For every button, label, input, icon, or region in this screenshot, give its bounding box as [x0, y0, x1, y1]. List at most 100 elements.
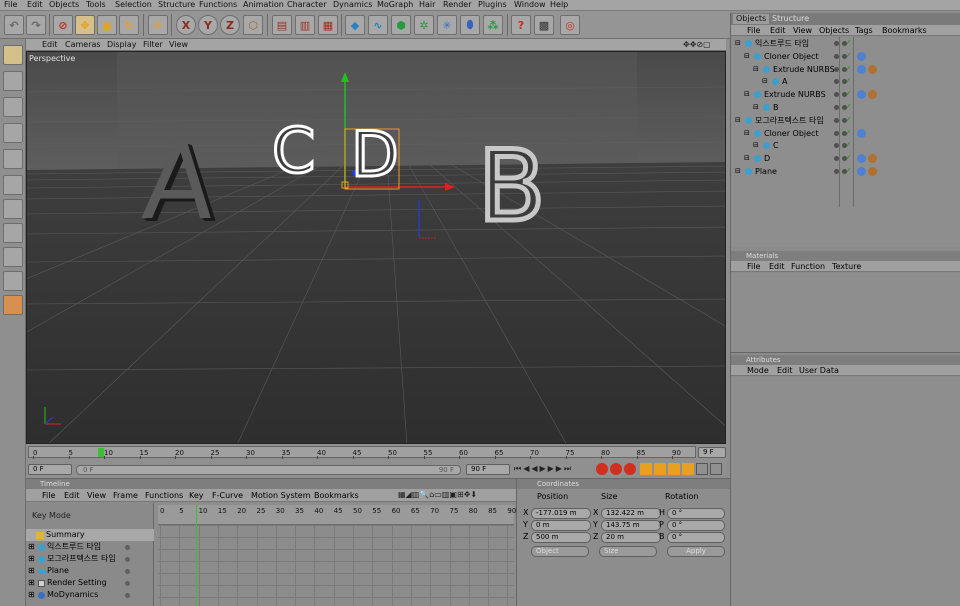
deformer-icon[interactable]: ✳ — [437, 15, 457, 35]
objects-menu-view[interactable]: View — [793, 26, 812, 35]
help-icon[interactable]: ? — [511, 15, 531, 35]
tab-objects[interactable]: Objects — [733, 14, 770, 24]
position-x-field[interactable]: -177.019 m — [531, 508, 591, 519]
tag-icon[interactable] — [868, 90, 877, 100]
enabled-check-icon[interactable]: ✓ — [845, 103, 853, 111]
menu-selection[interactable]: Selection — [115, 0, 152, 10]
visibility-editor-dot[interactable] — [834, 169, 839, 174]
object-row[interactable]: ⊟ Cloner Object ✓ — [731, 50, 960, 63]
enabled-check-icon[interactable]: ✓ — [845, 128, 853, 137]
expand-icon[interactable]: ⊟ — [744, 50, 750, 63]
tag-icon[interactable] — [857, 128, 866, 138]
visibility-editor-dot[interactable] — [834, 130, 839, 136]
timeline-menu-functions[interactable]: Functions — [145, 491, 183, 501]
timeline-playhead[interactable] — [196, 505, 197, 606]
expand-icon[interactable]: ⊟ — [744, 127, 750, 140]
live-selection-mode-icon[interactable] — [3, 223, 23, 243]
visibility-editor-dot[interactable] — [834, 79, 839, 85]
letter-a-object[interactable]: A — [139, 121, 219, 243]
visibility-editor-dot[interactable] — [834, 143, 839, 149]
objects-menu-file[interactable]: File — [747, 26, 760, 35]
attributes-menu-edit[interactable]: Edit — [777, 366, 793, 375]
materials-area[interactable] — [731, 273, 960, 353]
coordinate-system-icon[interactable]: ⬡ — [243, 15, 263, 35]
position-z-field[interactable]: 500 m — [531, 532, 591, 543]
menu-animation[interactable]: Animation — [243, 0, 284, 10]
viewport-menu-view[interactable]: View — [169, 40, 188, 50]
points-mode-icon[interactable] — [3, 149, 23, 169]
timeline-menu-edit[interactable]: Edit — [64, 491, 80, 501]
materials-menu-edit[interactable]: Edit — [769, 262, 785, 271]
menu-help[interactable]: Help — [550, 0, 568, 10]
object-row[interactable]: ⊟ B ✓ — [731, 101, 960, 114]
timeline-menu-motion-system[interactable]: Motion System — [251, 491, 311, 501]
tag-icon[interactable] — [857, 90, 866, 100]
enabled-check-icon[interactable]: ✓ — [845, 167, 853, 175]
visibility-editor-dot[interactable] — [834, 41, 839, 46]
y-axis-icon[interactable]: Y — [198, 15, 218, 35]
apply-button[interactable]: Apply — [667, 546, 725, 557]
object-row[interactable]: ⊟ Extrude NURBS ✓ — [731, 63, 960, 76]
tag-icon[interactable] — [857, 154, 866, 164]
key-rotation-icon[interactable] — [668, 463, 680, 475]
menu-tools[interactable]: Tools — [86, 0, 106, 10]
enabled-check-icon[interactable]: ✓ — [845, 77, 853, 85]
render-settings-icon[interactable]: ▦ — [318, 15, 338, 35]
tag-icon[interactable] — [868, 154, 877, 164]
menu-hair[interactable]: Hair — [419, 0, 435, 10]
expand-icon[interactable]: ⊟ — [735, 37, 741, 50]
redo-icon[interactable]: ↷ — [26, 15, 46, 35]
letter-c-object[interactable]: C — [270, 118, 316, 183]
axis-mode-icon[interactable] — [3, 123, 23, 143]
key-position-icon[interactable] — [640, 463, 652, 475]
x-axis-icon[interactable]: X — [176, 15, 196, 35]
object-mode-icon[interactable] — [3, 71, 23, 91]
end-frame-input[interactable]: 90 F — [466, 464, 510, 475]
object-row[interactable]: ⊟ C ✓ — [731, 139, 960, 152]
timeline-menu-file[interactable]: File — [42, 491, 55, 501]
environment-icon[interactable]: ⬮ — [460, 15, 480, 35]
timeline-options-icon[interactable] — [710, 463, 722, 475]
letter-d-object[interactable]: D — [350, 122, 401, 187]
objects-menu-edit[interactable]: Edit — [770, 26, 786, 35]
visibility-editor-dot[interactable] — [834, 105, 839, 110]
expand-icon[interactable]: ⊟ — [744, 152, 750, 165]
menu-dynamics[interactable]: Dynamics — [333, 0, 372, 10]
objects-menu-objects[interactable]: Objects — [819, 26, 849, 35]
playhead-marker[interactable] — [98, 448, 104, 457]
edges-mode-icon[interactable] — [3, 175, 23, 195]
attributes-menu-mode[interactable]: Mode — [747, 366, 769, 375]
object-row[interactable]: ⊟ 모그라프텍스트 타입 ✓ — [731, 114, 960, 127]
viewport-menu-display[interactable]: Display — [107, 40, 137, 50]
size-y-field[interactable]: 143.75 m — [601, 520, 661, 531]
render-view-icon[interactable]: ▤ — [272, 15, 292, 35]
layout-icon[interactable]: ▩ — [534, 15, 554, 35]
rotation-h-field[interactable]: 0 ° — [667, 508, 725, 519]
layout-switch-icon[interactable]: ◎ — [560, 15, 580, 35]
viewport-menu-filter[interactable]: Filter — [143, 40, 163, 50]
key-scale-icon[interactable] — [654, 463, 666, 475]
timeline-menu-fcurve[interactable]: F-Curve — [212, 491, 243, 501]
timeline-item-render-setting[interactable]: ⊞ Render Setting — [26, 577, 154, 589]
attributes-menu-user-data[interactable]: User Data — [799, 366, 839, 375]
autokey-icon[interactable] — [610, 463, 622, 475]
cube-icon[interactable]: ◆ — [345, 15, 365, 35]
playback-controls[interactable]: ⏮◀◀▶▶▶⏭ — [514, 464, 573, 474]
menu-objects[interactable]: Objects — [49, 0, 79, 10]
key-pla-icon[interactable] — [696, 463, 708, 475]
camera-icon[interactable]: ⁂ — [483, 15, 503, 35]
visibility-editor-dot[interactable] — [834, 92, 839, 98]
visibility-editor-dot[interactable] — [834, 156, 839, 162]
viewport-menu-cameras[interactable]: Cameras — [65, 40, 101, 50]
enabled-check-icon[interactable]: ✓ — [845, 115, 853, 124]
tag-icon[interactable] — [857, 64, 866, 74]
size-x-field[interactable]: 132.422 m — [601, 508, 661, 519]
menu-plugins[interactable]: Plugins — [478, 0, 507, 10]
timeline-tools-icon[interactable]: ▦◢▥🔍⌂▭▥▣⊞✥⬇ — [398, 490, 477, 500]
enabled-check-icon[interactable]: ✓ — [845, 64, 853, 73]
object-row[interactable]: ⊟ Plane ✓ — [731, 165, 960, 178]
object-row[interactable]: ⊟ A ✓ — [731, 75, 960, 88]
record-icon[interactable] — [596, 463, 608, 475]
expand-icon[interactable]: ⊟ — [753, 139, 759, 152]
object-row[interactable]: ⊟ Extrude NURBS ✓ — [731, 88, 960, 101]
